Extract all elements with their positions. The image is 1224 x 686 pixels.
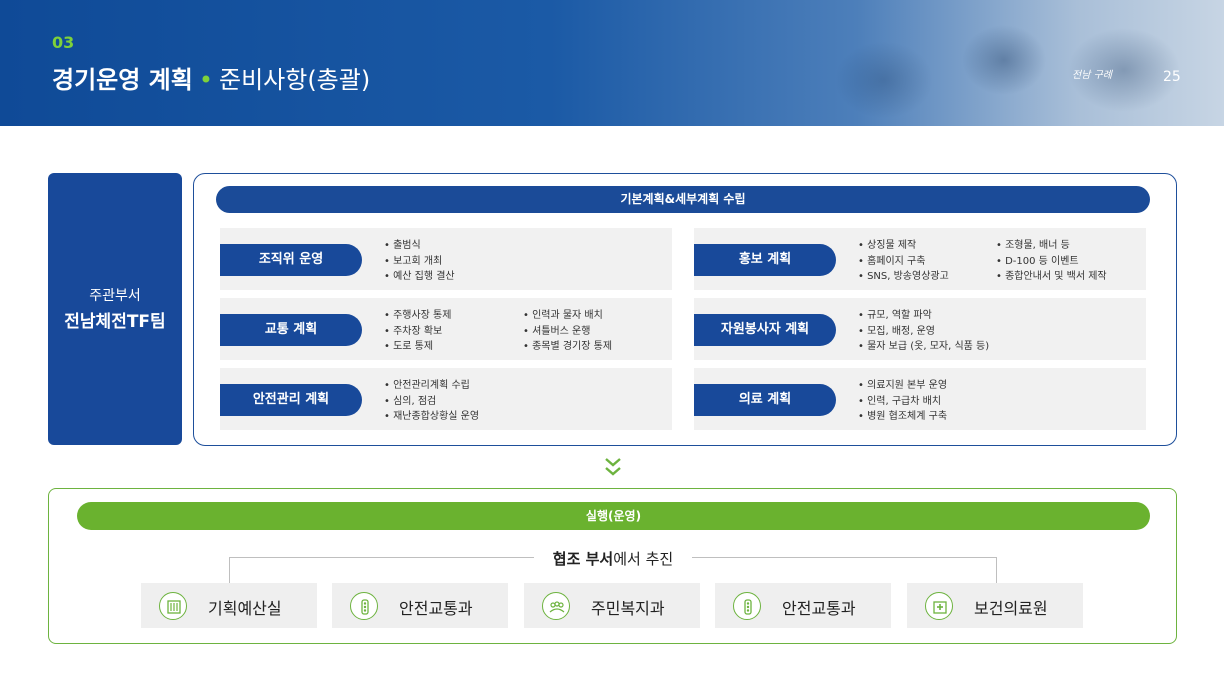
- bullet-item: 상징물 제작: [858, 238, 949, 254]
- bullet-item: 셔틀버스 운행: [523, 324, 612, 340]
- plan-card-bullets-2: 조형물, 배너 등 D-100 등 이벤트 종합안내서 및 백서 제작: [996, 238, 1107, 285]
- bullet-item: 심의, 점검: [384, 394, 479, 410]
- header-background-photo: [704, 0, 1224, 126]
- plan-card-medical: 의료 계획 의료지원 본부 운영 인력, 구급차 배치 병원 협조체계 구축: [694, 368, 1146, 430]
- department-card: 안전교통과: [332, 583, 508, 628]
- plan-card-label: 자원봉사자 계획: [694, 314, 836, 346]
- plan-card-bullets-2: 인력과 물자 배치 셔틀버스 운행 종목별 경기장 통제: [523, 308, 612, 355]
- bullet-item: 병원 협조체계 구축: [858, 409, 947, 425]
- responsible-name: 전남체전TF팀: [64, 312, 166, 332]
- plan-card-bullets: 출범식 보고회 개최 예산 집행 결산: [384, 238, 455, 285]
- bullet-item: 도로 통제: [384, 339, 451, 355]
- bullet-item: 종합안내서 및 백서 제작: [996, 269, 1107, 285]
- plan-card-label: 안전관리 계획: [220, 384, 362, 416]
- bullet-item: 의료지원 본부 운영: [858, 378, 947, 394]
- plan-card-bullets: 상징물 제작 홈페이지 구축 SNS, 방송영상광고: [858, 238, 949, 285]
- plan-card-bullets: 주행사장 통제 주차장 확보 도로 통제: [384, 308, 451, 355]
- plan-card-promotion: 홍보 계획 상징물 제작 홈페이지 구축 SNS, 방송영상광고 조형물, 배너…: [694, 228, 1146, 290]
- plan-card-label: 교통 계획: [220, 314, 362, 346]
- bullet-item: 보고회 개최: [384, 254, 455, 270]
- bullet-item: 주차장 확보: [384, 324, 451, 340]
- bullet-item: SNS, 방송영상광고: [858, 269, 949, 285]
- title-separator: •: [198, 66, 213, 94]
- plan-card-bullets: 의료지원 본부 운영 인력, 구급차 배치 병원 협조체계 구축: [858, 378, 947, 425]
- bullet-item: 종목별 경기장 통제: [523, 339, 612, 355]
- title-sub: 준비사항(총괄): [219, 66, 371, 94]
- department-name: 안전교통과: [782, 599, 856, 618]
- responsible-label: 주관부서: [89, 288, 141, 304]
- traffic-light-icon: [733, 592, 761, 620]
- plan-card-label: 조직위 운영: [220, 244, 362, 276]
- bullet-item: 인력과 물자 배치: [523, 308, 612, 324]
- plan-card-volunteers: 자원봉사자 계획 규모, 역할 파악 모집, 배정, 운영 물자 보급 (옷, …: [694, 298, 1146, 360]
- bullet-item: 예산 집행 결산: [384, 269, 455, 285]
- building-icon: [159, 592, 187, 620]
- bullet-item: 홈페이지 구축: [858, 254, 949, 270]
- gurye-logo: 전남 구례: [1072, 70, 1112, 81]
- plan-card-traffic: 교통 계획 주행사장 통제 주차장 확보 도로 통제 인력과 물자 배치 셔틀버…: [220, 298, 672, 360]
- page-title: 경기운영 계획 • 준비사항(총괄): [52, 60, 370, 95]
- bullet-item: 출범식: [384, 238, 455, 254]
- people-icon: [542, 592, 570, 620]
- bullet-item: 안전관리계획 수립: [384, 378, 479, 394]
- plan-card-bullets: 안전관리계획 수립 심의, 점검 재난종합상황실 운영: [384, 378, 479, 425]
- cooperation-label-bold: 협조 부서: [552, 550, 614, 568]
- bullet-item: 인력, 구급차 배치: [858, 394, 947, 410]
- department-card: 보건의료원: [907, 583, 1083, 628]
- hospital-icon: [925, 592, 953, 620]
- bullet-item: 물자 보급 (옷, 모자, 식품 등): [858, 339, 989, 355]
- plan-card-label: 의료 계획: [694, 384, 836, 416]
- bullet-item: 규모, 역할 파악: [858, 308, 989, 324]
- execution-header: 실행(운영): [77, 502, 1150, 530]
- plan-card-organization: 조직위 운영 출범식 보고회 개최 예산 집행 결산: [220, 228, 672, 290]
- department-name: 보건의료원: [974, 599, 1048, 618]
- department-card: 주민복지과: [524, 583, 700, 628]
- bullet-item: 모집, 배정, 운영: [858, 324, 989, 340]
- title-main: 경기운영 계획: [52, 66, 193, 94]
- page-number: 25: [1163, 69, 1181, 85]
- section-number: 03: [52, 33, 75, 52]
- department-name: 기획예산실: [208, 599, 282, 618]
- plan-card-safety: 안전관리 계획 안전관리계획 수립 심의, 점검 재난종합상황실 운영: [220, 368, 672, 430]
- bullet-item: D-100 등 이벤트: [996, 254, 1107, 270]
- responsible-department-box: 주관부서 전남체전TF팀: [48, 173, 182, 445]
- plan-card-bullets: 규모, 역할 파악 모집, 배정, 운영 물자 보급 (옷, 모자, 식품 등): [858, 308, 989, 355]
- department-name: 주민복지과: [591, 599, 665, 618]
- cooperation-label: 협조 부서에서 추진: [534, 548, 692, 568]
- traffic-light-icon: [350, 592, 378, 620]
- cooperation-label-rest: 에서 추진: [613, 550, 674, 568]
- bullet-item: 주행사장 통제: [384, 308, 451, 324]
- plan-header: 기본계획&세부계획 수립: [216, 186, 1150, 213]
- plan-card-label: 홍보 계획: [694, 244, 836, 276]
- department-card: 기획예산실: [141, 583, 317, 628]
- bullet-item: 재난종합상황실 운영: [384, 409, 479, 425]
- bullet-item: 조형물, 배너 등: [996, 238, 1107, 254]
- department-card: 안전교통과: [715, 583, 891, 628]
- department-name: 안전교통과: [399, 599, 473, 618]
- chevron-down-icon: [605, 458, 621, 476]
